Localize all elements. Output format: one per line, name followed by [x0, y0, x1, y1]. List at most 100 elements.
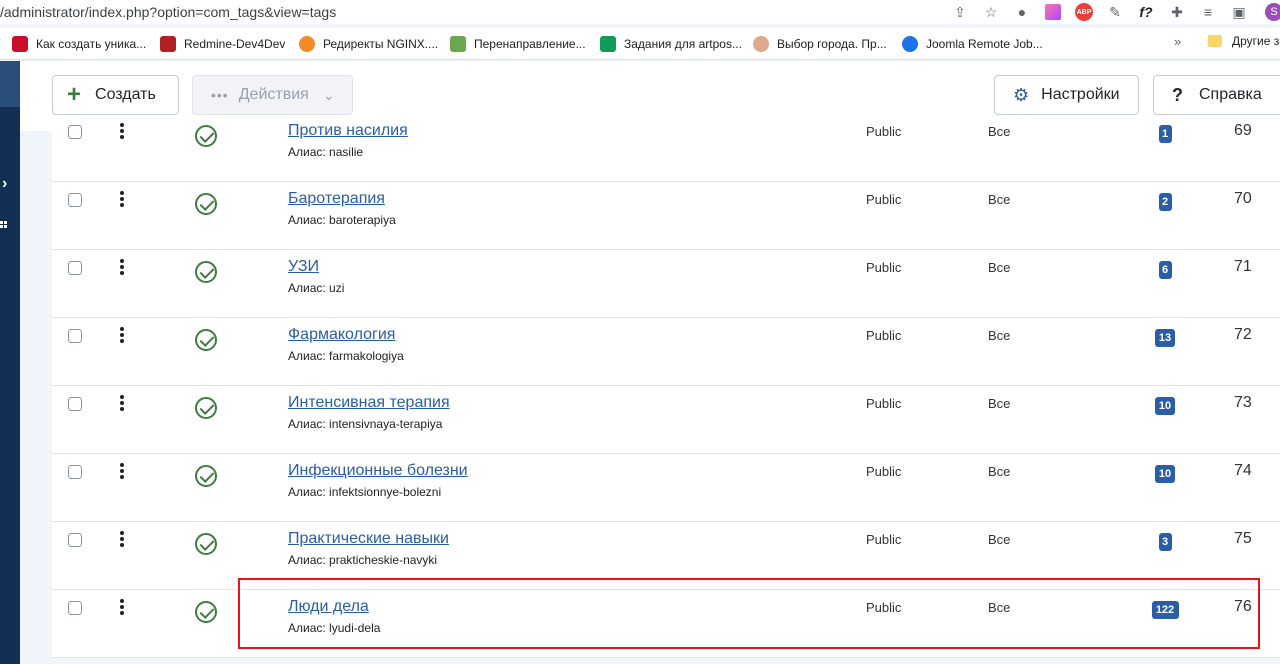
bookmark-item[interactable]: Как создать уника... [12, 34, 146, 54]
access-level: Public [866, 260, 902, 275]
row-drag-handle-icon[interactable] [120, 599, 126, 617]
other-bookmarks-folder[interactable]: Другие за [1208, 34, 1280, 48]
published-check-icon[interactable] [195, 329, 217, 351]
access-level: Public [866, 600, 902, 615]
published-check-icon[interactable] [195, 193, 217, 215]
row-drag-handle-icon[interactable] [120, 395, 126, 413]
bookmark-item[interactable]: Joomla Remote Job... [902, 34, 1043, 54]
url-text[interactable]: /administrator/index.php?option=com_tags… [0, 4, 336, 20]
item-count-badge: 10 [1155, 397, 1175, 415]
published-check-icon[interactable] [195, 465, 217, 487]
language: Все [988, 396, 1011, 411]
location-pin-icon[interactable]: ● [1012, 2, 1032, 22]
row-select-checkbox[interactable] [68, 465, 82, 479]
address-bar[interactable]: /administrator/index.php?option=com_tags… [0, 0, 1280, 24]
published-check-icon[interactable] [195, 261, 217, 283]
row-select-checkbox[interactable] [68, 329, 82, 343]
row-drag-handle-icon[interactable] [120, 123, 126, 141]
language: Все [988, 600, 1011, 615]
bookmark-favicon-icon [753, 36, 769, 52]
bookmark-item[interactable]: Перенаправление... [450, 34, 586, 54]
sidebar-toggle-chevron-icon[interactable]: › [2, 175, 7, 193]
color-picker-extension-icon[interactable] [1043, 2, 1063, 22]
tag-title-link[interactable]: Фармакология [288, 326, 395, 344]
table-row: Люди дела Алиас: lyudi-dela Public Все 122 76 [52, 590, 1280, 658]
tag-alias: Алиас: lyudi-dela [288, 621, 381, 635]
bookmark-item[interactable]: Выбор города. Пр... [753, 34, 887, 54]
bookmark-favicon-icon [160, 36, 176, 52]
row-drag-handle-icon[interactable] [120, 327, 126, 345]
bookmark-star-icon[interactable]: ☆ [981, 2, 1001, 22]
row-select-checkbox[interactable] [68, 601, 82, 615]
tag-alias: Алиас: uzi [288, 281, 345, 295]
tag-alias: Алиас: intensivnaya-terapiya [288, 417, 443, 431]
published-check-icon[interactable] [195, 601, 217, 623]
bookmark-item[interactable]: Redmine-Dev4Dev [160, 34, 285, 54]
media-queue-icon[interactable]: ≡ [1198, 2, 1218, 22]
language: Все [988, 192, 1011, 207]
bookmark-favicon-icon [299, 36, 315, 52]
access-level: Public [866, 532, 902, 547]
profile-avatar[interactable]: S [1260, 2, 1280, 22]
settings-button[interactable]: ⚙ Настройки [994, 75, 1139, 115]
tag-title-link[interactable]: Против насилия [288, 122, 408, 140]
language: Все [988, 124, 1011, 139]
bookmark-favicon-icon [902, 36, 918, 52]
language: Все [988, 260, 1011, 275]
row-select-checkbox[interactable] [68, 261, 82, 275]
tag-id: 69 [1234, 122, 1252, 139]
access-level: Public [866, 328, 902, 343]
actions-dropdown-button[interactable]: ••• Действия ⌄ [192, 75, 353, 115]
bookmark-item[interactable]: Редиректы NGINX.... [299, 34, 438, 54]
item-count-badge: 3 [1158, 533, 1172, 551]
item-count-badge: 1 [1158, 125, 1172, 143]
tag-title-link[interactable]: Люди дела [288, 598, 369, 616]
row-select-checkbox[interactable] [68, 193, 82, 207]
bookmark-item[interactable]: Задания для artpos... [600, 34, 742, 54]
more-bookmarks-chevron-icon[interactable]: » [1174, 34, 1181, 49]
language: Все [988, 328, 1011, 343]
row-select-checkbox[interactable] [68, 125, 82, 139]
access-level: Public [866, 124, 902, 139]
row-drag-handle-icon[interactable] [120, 531, 126, 549]
row-select-checkbox[interactable] [68, 533, 82, 547]
tag-title-link[interactable]: Практические навыки [288, 530, 449, 548]
row-drag-handle-icon[interactable] [120, 191, 126, 209]
published-check-icon[interactable] [195, 125, 217, 147]
published-check-icon[interactable] [195, 533, 217, 555]
item-count-badge: 2 [1158, 193, 1172, 211]
item-count-badge: 6 [1158, 261, 1172, 279]
tag-alias: Алиас: nasilie [288, 145, 364, 159]
sidebar-active-item[interactable] [0, 61, 20, 107]
help-button[interactable]: ? Справка [1153, 75, 1280, 115]
question-mark-icon: ? [1172, 84, 1183, 105]
tag-alias: Алиас: farmakologiya [288, 349, 404, 363]
side-panel-icon[interactable]: ▣ [1229, 2, 1249, 22]
tag-title-link[interactable]: Баротерапия [288, 190, 385, 208]
share-icon[interactable]: ⇪ [950, 2, 970, 22]
gear-icon: ⚙ [1013, 84, 1030, 105]
function-extension-icon[interactable]: f? [1136, 2, 1156, 22]
tag-title-link[interactable]: Инфекционные болезни [288, 462, 468, 480]
tag-title-link[interactable]: УЗИ [288, 258, 319, 276]
create-button[interactable]: + Создать [52, 75, 179, 115]
tag-alias: Алиас: prakticheskie-navyki [288, 553, 438, 567]
dashboard-grid-icon[interactable] [0, 221, 8, 229]
row-select-checkbox[interactable] [68, 397, 82, 411]
tag-id: 76 [1234, 598, 1252, 615]
tag-id: 71 [1234, 258, 1252, 275]
table-row: Против насилия Алиас: nasilie Public Все 1 69 [52, 114, 1280, 182]
item-count-badge: 10 [1155, 465, 1175, 483]
admin-sidebar: › [0, 61, 20, 664]
tag-id: 75 [1234, 530, 1252, 547]
chevron-down-icon: ⌄ [322, 86, 335, 103]
row-drag-handle-icon[interactable] [120, 259, 126, 277]
extensions-puzzle-icon[interactable]: ✚ [1167, 2, 1187, 22]
row-drag-handle-icon[interactable] [120, 463, 126, 481]
tag-title-link[interactable]: Интенсивная терапия [288, 394, 450, 412]
eyedropper-extension-icon[interactable]: ✎ [1105, 2, 1125, 22]
tag-id: 73 [1234, 394, 1252, 411]
adblock-icon[interactable]: ABP [1074, 2, 1094, 22]
published-check-icon[interactable] [195, 397, 217, 419]
tag-id: 72 [1234, 326, 1252, 343]
